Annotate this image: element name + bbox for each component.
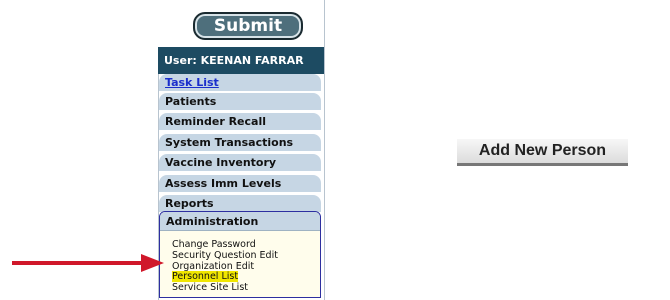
arrow-head: [141, 254, 164, 272]
add-new-person-button[interactable]: Add New Person: [457, 139, 628, 166]
